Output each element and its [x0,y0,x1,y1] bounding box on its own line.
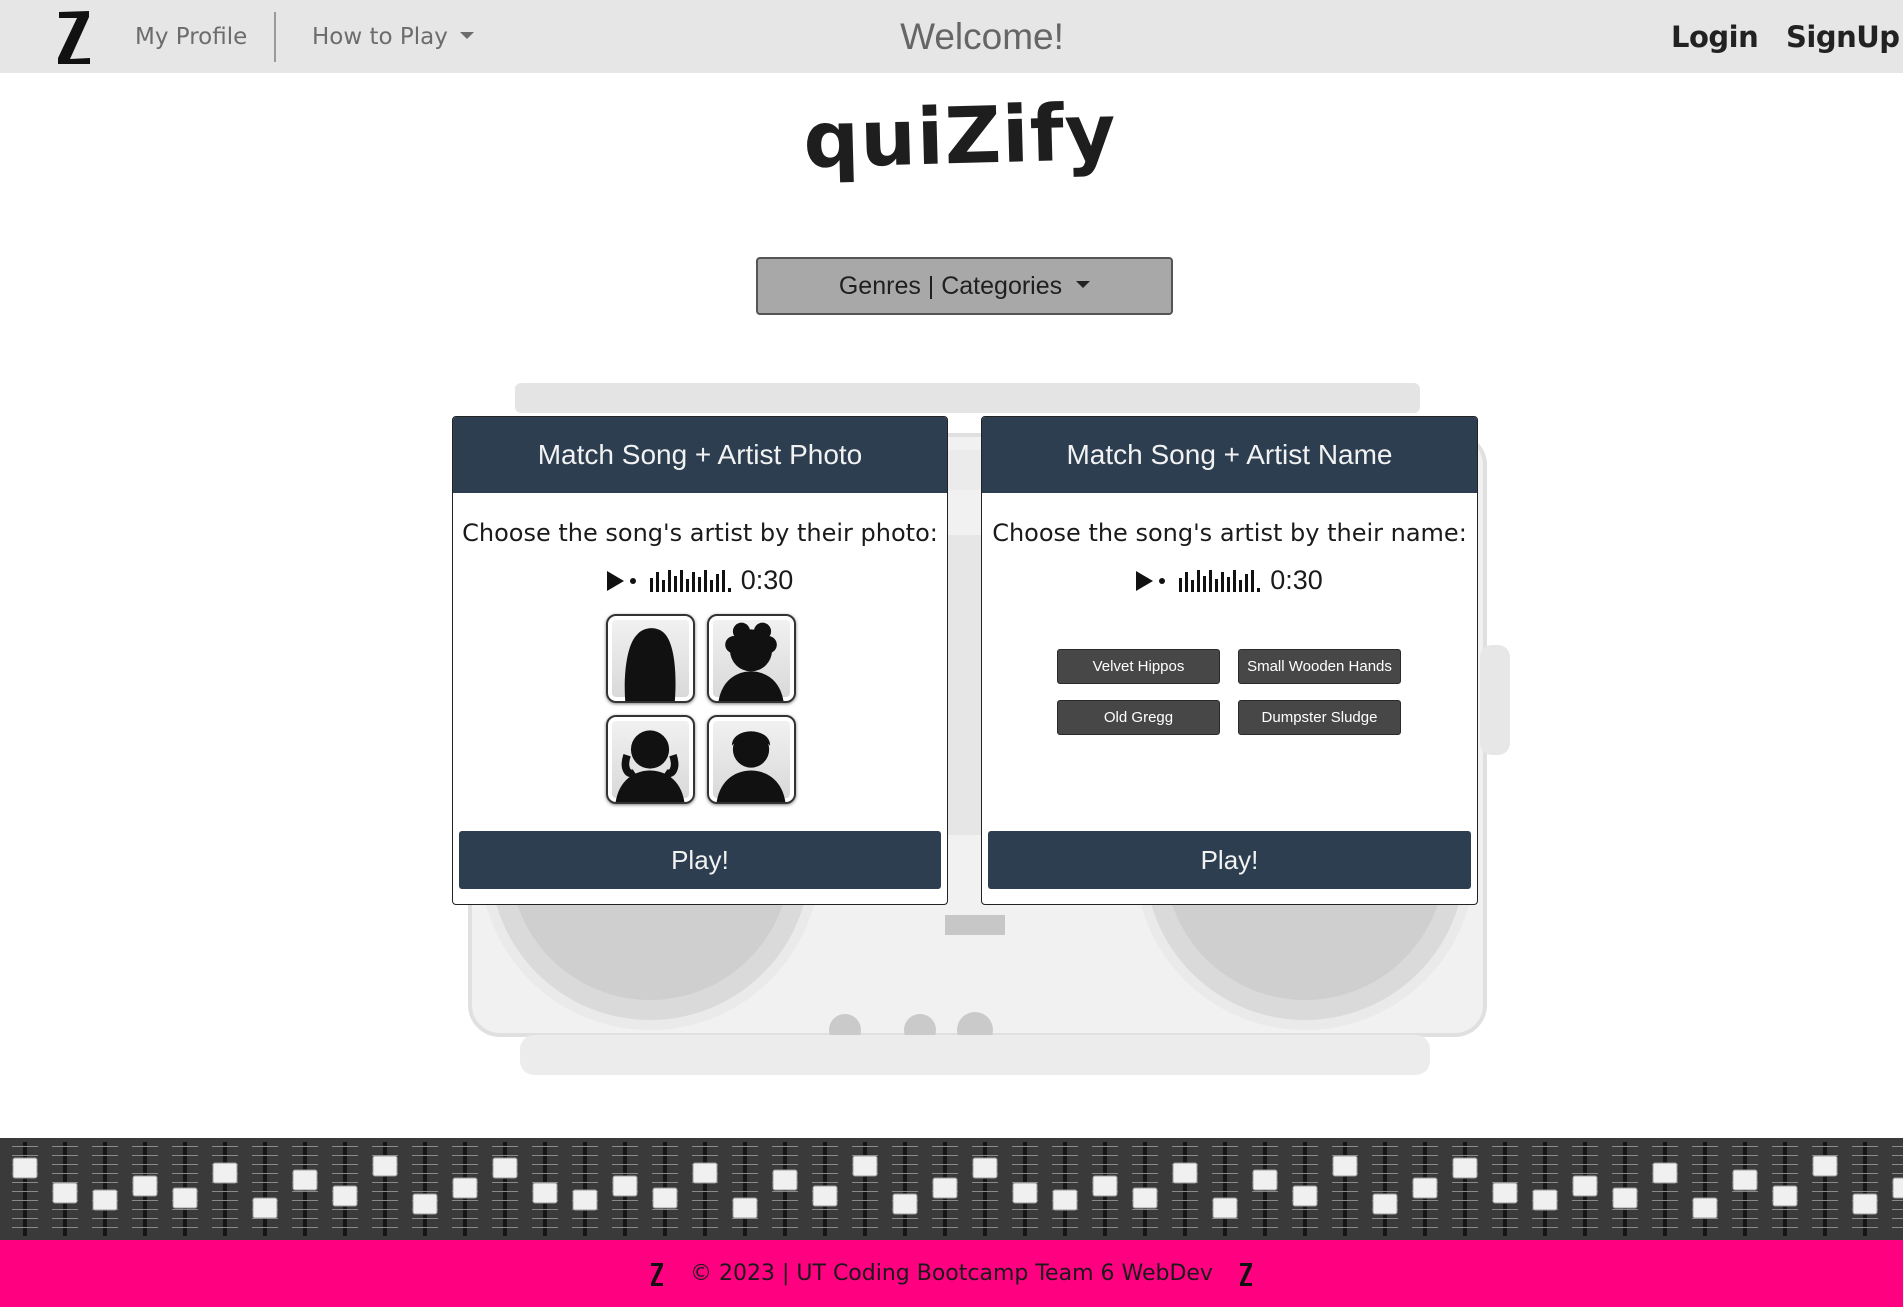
play-button[interactable]: Play! [988,831,1471,889]
artist-name-options: Velvet Hippos Small Wooden Hands Old Gre… [1057,649,1401,735]
artist-option-button[interactable]: Small Wooden Hands [1238,649,1401,684]
how-to-play-dropdown[interactable]: How to Play [312,24,474,50]
login-link[interactable]: Login [1671,20,1759,54]
z-logo-icon [1239,1262,1252,1286]
match-photo-card: Match Song + Artist Photo Choose the son… [452,416,948,905]
welcome-heading: Welcome! [900,16,1064,57]
my-profile-link[interactable]: My Profile [135,24,247,50]
player-time: 0:30 [740,565,794,595]
z-logo-icon[interactable] [56,6,92,66]
mixer-faders-image [12,1142,1903,1236]
signup-link[interactable]: SignUp [1786,20,1900,54]
how-to-play-label: How to Play [312,24,448,50]
artist-photo-silhouette-short-hair[interactable] [707,715,796,804]
artist-photo-silhouette-curly-hair[interactable] [707,614,796,703]
waveform-icon [1179,569,1261,592]
waveform-icon [649,569,731,592]
genres-categories-dropdown[interactable]: Genres | Categories [756,257,1173,315]
artist-option-button[interactable]: Velvet Hippos [1057,649,1220,684]
play-button[interactable]: Play! [459,831,941,889]
artist-photo-silhouette-long-hair[interactable] [606,614,695,703]
audio-player[interactable]: 0:30 [982,565,1477,596]
player-time: 0:30 [1270,565,1323,595]
footer: © 2023 | UT Coding Bootcamp Team 6 WebDe… [0,1240,1903,1307]
footer-copyright: © 2023 | UT Coding Bootcamp Team 6 WebDe… [690,1261,1213,1286]
play-icon[interactable] [606,570,624,591]
card-title: Match Song + Artist Name [982,417,1477,493]
card-title: Match Song + Artist Photo [453,417,947,493]
dot-icon [629,577,636,584]
dot-icon [1159,577,1166,584]
card-prompt: Choose the song's artist by their name: [992,519,1467,547]
artist-option-button[interactable]: Old Gregg [1057,700,1220,735]
artist-photo-grid [606,614,796,804]
mixer-faders-banner [0,1138,1903,1240]
z-logo-icon [651,1262,664,1286]
brand-logo-text: quiZify [802,87,1118,187]
play-icon[interactable] [1136,570,1154,591]
match-name-card: Match Song + Artist Name Choose the song… [981,416,1478,905]
genres-categories-label: Genres | Categories [838,271,1063,300]
chevron-down-icon [1076,280,1091,288]
artist-option-button[interactable]: Dumpster Sludge [1238,700,1401,735]
navbar: My Profile How to Play Welcome! Login Si… [0,0,1903,73]
artist-photo-silhouette-messy-hair[interactable] [606,715,695,804]
chevron-down-icon [459,32,474,39]
nav-divider [274,12,276,62]
audio-player[interactable]: 0:30 [453,565,947,596]
card-prompt: Choose the song's artist by their photo: [462,519,938,547]
